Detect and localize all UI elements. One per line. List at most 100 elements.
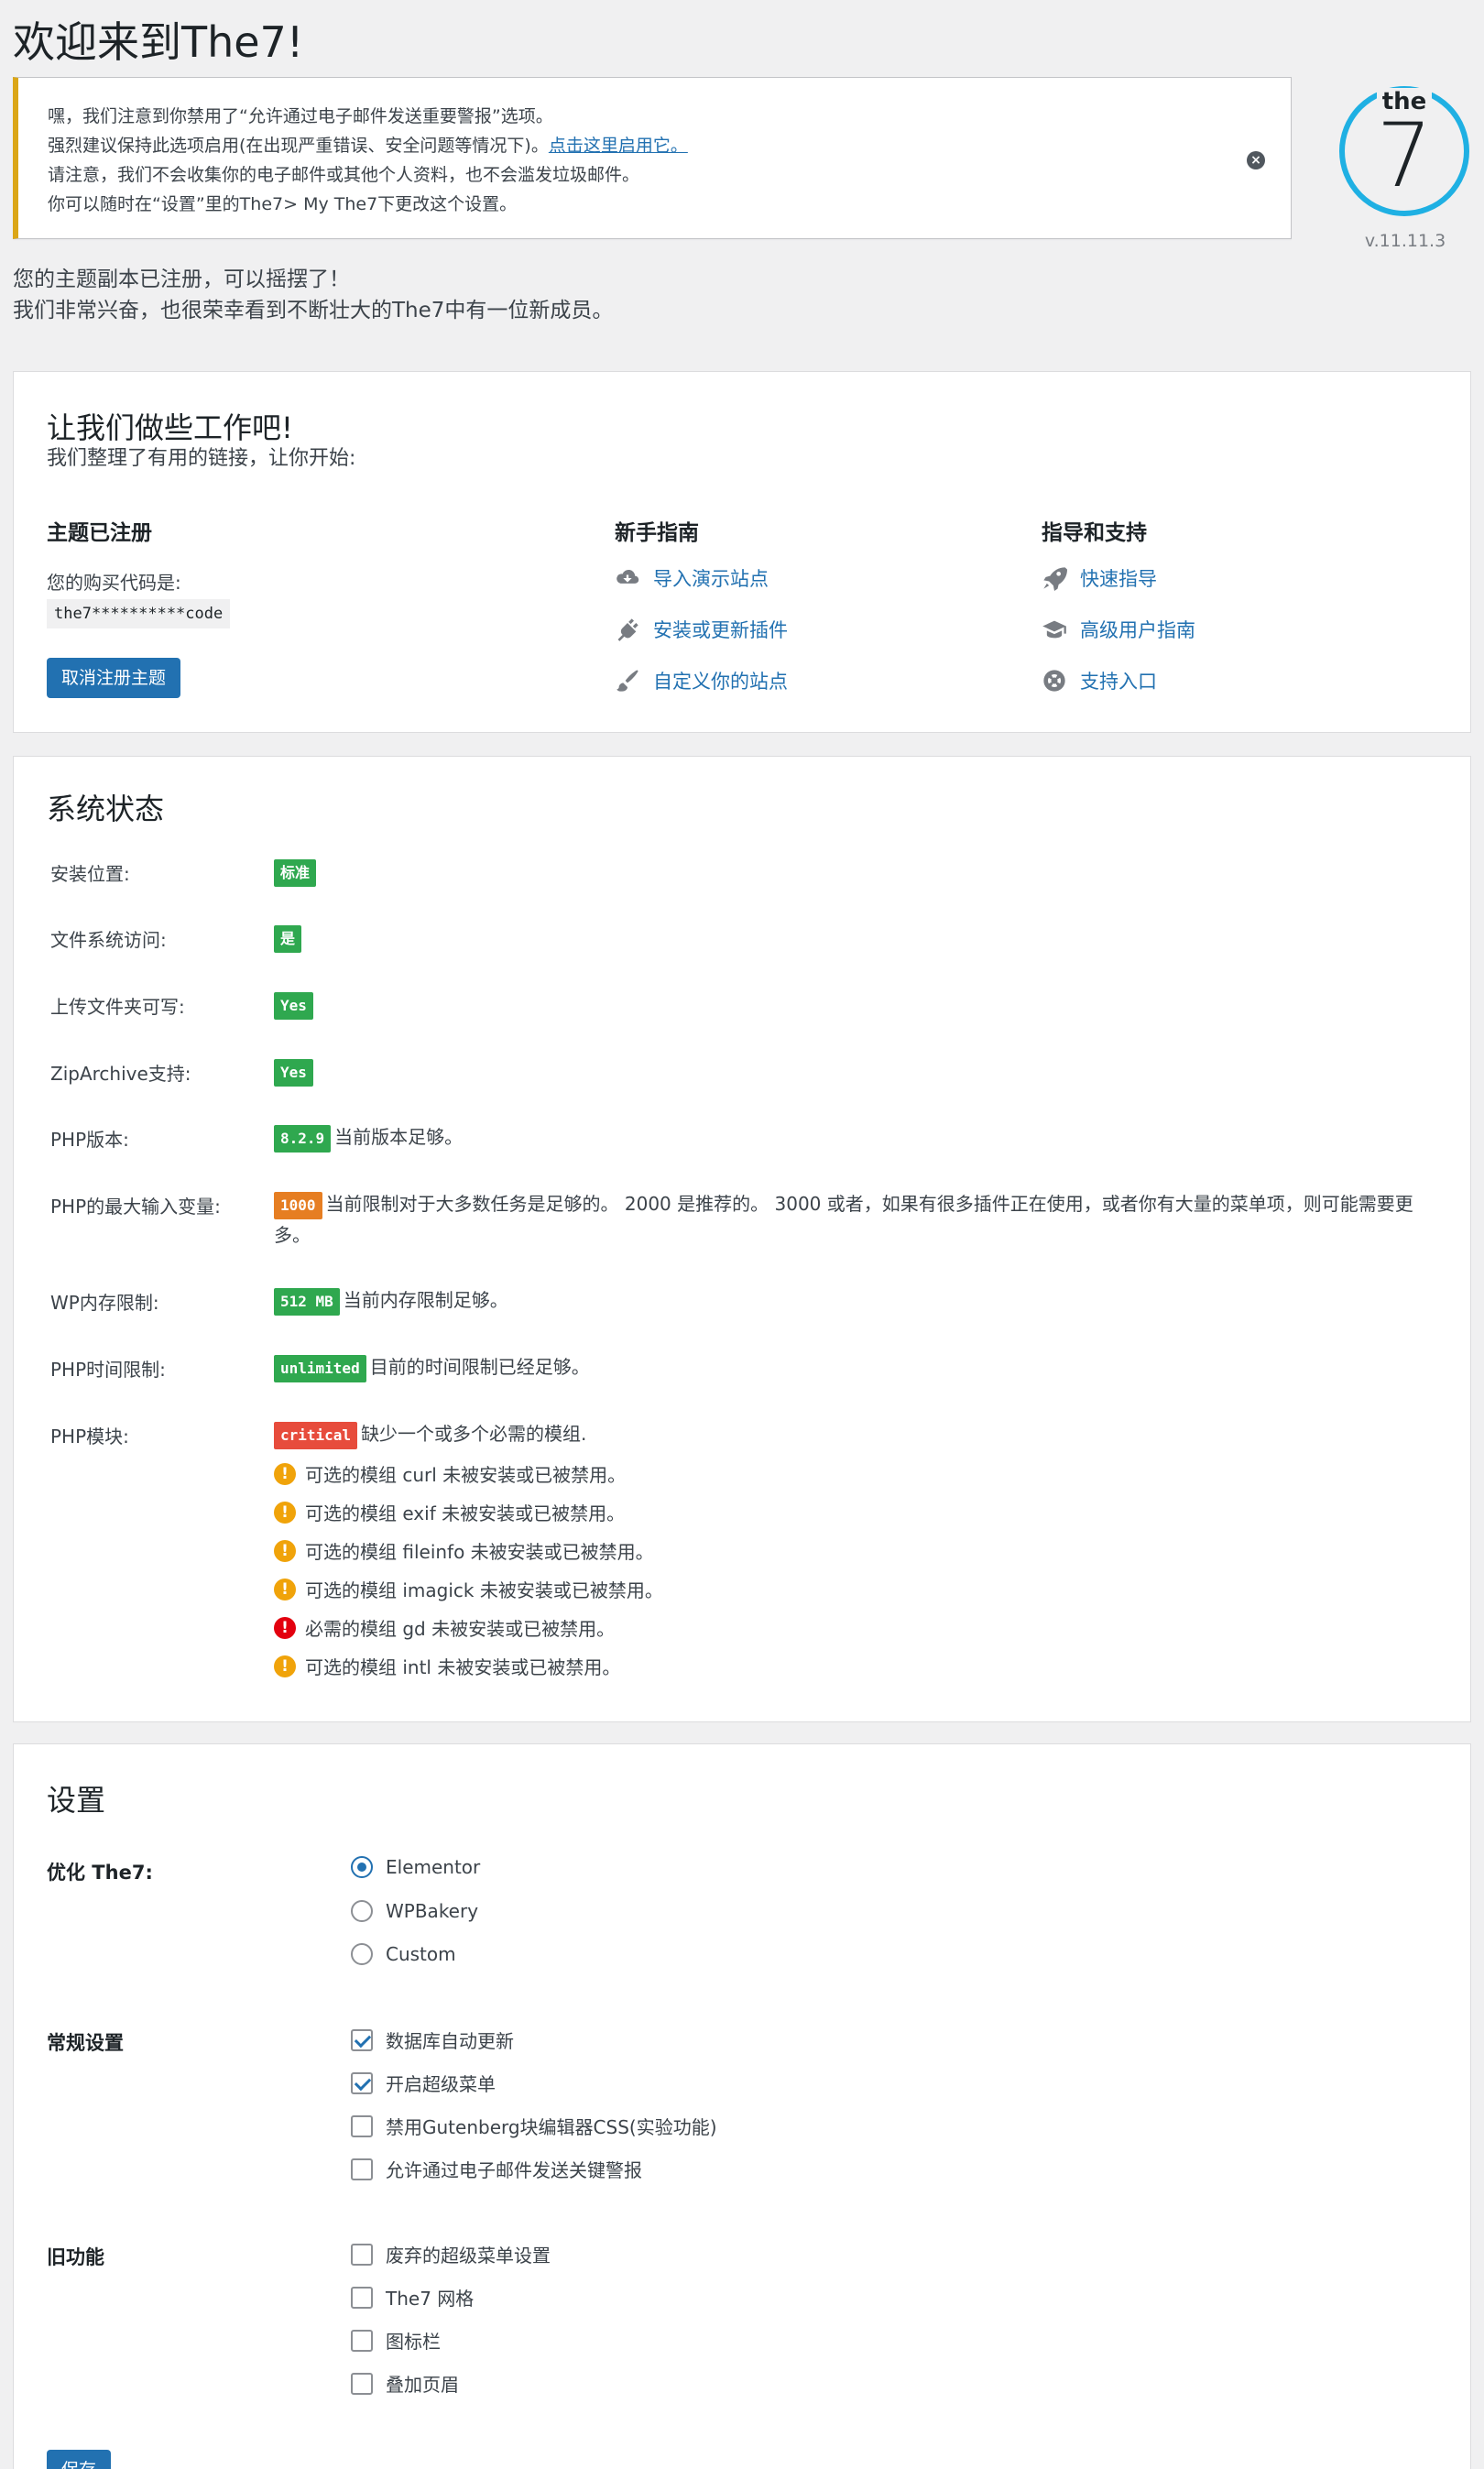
error-icon: !	[274, 1616, 296, 1639]
status-value-max-input-vars: 1000 当前限制对于大多数任务是足够的。 2000 是推荐的。 3000 或者，…	[274, 1188, 1446, 1251]
support-portal-link[interactable]: 支持入口	[1042, 667, 1157, 694]
notice-line-2-text: 强烈建议保持此选项启用(在出现严重错误、安全问题等情况下)。	[48, 136, 549, 156]
checkbox[interactable]	[351, 2286, 373, 2309]
welcome-subtitle: 我们整理了有用的链接，让你开始:	[47, 447, 356, 470]
status-label-filesystem: 文件系统访问:	[50, 929, 167, 951]
page-title: 欢迎来到The7!	[13, 17, 304, 67]
support-title: 指导和支持	[1042, 521, 1147, 545]
install-plugins-label: 安装或更新插件	[653, 619, 788, 641]
module-text: 可选的模组 curl 未被安装或已被禁用。	[305, 1464, 627, 1486]
purchase-code: the7**********code	[47, 599, 231, 628]
email-alert-notice: 嘿，我们注意到你禁用了“允许通过电子邮件发送重要警报”选项。 强烈建议保持此选项…	[13, 77, 1292, 239]
status-value-install-location: 标准	[274, 856, 1446, 887]
status-text: 当前限制对于大多数任务是足够的。 2000 是推荐的。 3000 或者，如果有很…	[274, 1193, 1413, 1246]
checkbox-db-auto-update[interactable]: 数据库自动更新	[351, 2027, 514, 2053]
module-text: 可选的模组 imagick 未被安装或已被禁用。	[305, 1579, 663, 1601]
lifebuoy-icon	[1043, 670, 1065, 692]
customize-site-label: 自定义你的站点	[653, 671, 788, 693]
checkbox[interactable]	[351, 2114, 373, 2137]
status-label-uploads-writable: 上传文件夹可写:	[50, 996, 185, 1018]
advanced-guide-label: 高级用户指南	[1080, 619, 1195, 641]
checkbox-overlay-header[interactable]: 叠加页眉	[351, 2370, 459, 2397]
checkbox[interactable]	[351, 2158, 373, 2180]
enable-alerts-link[interactable]: 点击这里启用它。	[549, 136, 688, 156]
status-text: 目前的时间限制已经足够。	[369, 1356, 590, 1378]
checkbox[interactable]	[351, 2071, 373, 2094]
checkbox-label: 开启超级菜单	[386, 2073, 496, 2095]
status-value-time-limit: unlimited 目前的时间限制已经足够。	[274, 1351, 1446, 1382]
optimize-label: 优化 The7:	[47, 1862, 153, 1884]
checkbox-email-alerts[interactable]: 允许通过电子邮件发送关键警报	[351, 2156, 642, 2182]
status-label-php-version: PHP版本:	[50, 1129, 129, 1151]
warning-icon: !	[274, 1655, 296, 1677]
intro-text: 您的主题副本已注册，可以摇摆了！ 我们非常兴奋，也很荣幸看到不断壮大的The7中…	[13, 264, 613, 326]
radio-button[interactable]	[351, 1856, 373, 1878]
module-item-imagick: ! 可选的模组 imagick 未被安装或已被禁用。	[274, 1576, 663, 1602]
notice-line-1: 嘿，我们注意到你禁用了“允许通过电子邮件发送重要警报”选项。	[48, 106, 553, 126]
warning-icon: !	[274, 1501, 296, 1524]
cloud-download-icon	[617, 569, 639, 584]
radio-button[interactable]	[351, 1900, 373, 1922]
theme-version: v.11.11.3	[1364, 231, 1446, 251]
system-status-title: 系统状态	[47, 792, 165, 826]
radio-button[interactable]	[351, 1943, 373, 1965]
module-item-exif: ! 可选的模组 exif 未被安装或已被禁用。	[274, 1499, 625, 1525]
quick-guide-link[interactable]: 快速指导	[1042, 564, 1157, 592]
save-button[interactable]: 保存	[47, 2450, 112, 2469]
checkbox[interactable]	[351, 2329, 373, 2352]
status-text: 当前内存限制足够。	[343, 1289, 508, 1311]
status-badge: 8.2.9	[274, 1124, 332, 1153]
radio-elementor[interactable]: Elementor	[351, 1856, 480, 1878]
radio-label: Elementor	[386, 1856, 481, 1878]
status-value-ziparchive: Yes	[274, 1055, 1446, 1087]
legacy-features-label: 旧功能	[47, 2246, 104, 2268]
status-badge: unlimited	[274, 1354, 366, 1382]
deregister-theme-button[interactable]: 取消注册主题	[47, 658, 181, 698]
radio-custom[interactable]: Custom	[351, 1943, 456, 1965]
quick-guide-label: 快速指导	[1080, 568, 1157, 590]
checkbox-icon-bar[interactable]: 图标栏	[351, 2327, 441, 2354]
general-settings-label: 常规设置	[47, 2032, 124, 2054]
checkbox-label: 数据库自动更新	[386, 2030, 514, 2052]
status-badge: Yes	[274, 991, 313, 1020]
dismiss-notice-icon[interactable]: ×	[1247, 151, 1265, 169]
status-value-memory-limit: 512 MB 当前内存限制足够。	[274, 1284, 1446, 1316]
checkbox[interactable]	[351, 2372, 373, 2395]
status-text: 缺少一个或多个必需的模组.	[361, 1423, 587, 1445]
graduation-cap-icon	[1042, 620, 1066, 639]
import-demo-label: 导入演示站点	[653, 568, 769, 590]
status-badge: 标准	[274, 858, 317, 887]
status-badge: Yes	[274, 1058, 313, 1087]
checkbox-mega-menu[interactable]: 开启超级菜单	[351, 2070, 496, 2096]
checkbox-label: 废弃的超级菜单设置	[386, 2245, 551, 2267]
support-portal-label: 支持入口	[1080, 671, 1157, 693]
status-value-php-modules: critical 缺少一个或多个必需的模组.	[274, 1418, 1446, 1449]
checkbox-label: 禁用Gutenberg块编辑器CSS(实验功能)	[386, 2116, 717, 2138]
status-label-max-input-vars: PHP的最大输入变量:	[50, 1196, 221, 1218]
checkbox[interactable]	[351, 2243, 373, 2266]
checkbox-the7-grid[interactable]: The7 网格	[351, 2284, 474, 2311]
import-demo-link[interactable]: 导入演示站点	[615, 564, 769, 592]
status-label-time-limit: PHP时间限制:	[50, 1359, 166, 1381]
checkbox[interactable]	[351, 2028, 373, 2051]
customize-site-link[interactable]: 自定义你的站点	[615, 667, 788, 694]
module-text: 可选的模组 intl 未被安装或已被禁用。	[305, 1656, 621, 1678]
getting-started-card: 让我们做些工作吧! 我们整理了有用的链接，让你开始: 主题已注册 您的购买代码是…	[13, 371, 1471, 733]
registered-title: 主题已注册	[47, 521, 152, 545]
module-item-fileinfo: ! 可选的模组 fileinfo 未被安装或已被禁用。	[274, 1537, 654, 1564]
logo-number: 7	[1376, 104, 1433, 207]
advanced-guide-link[interactable]: 高级用户指南	[1042, 616, 1195, 643]
paintbrush-icon	[617, 670, 638, 692]
intro-line-2: 我们非常兴奋，也很荣幸看到不断壮大的The7中有一位新成员。	[13, 299, 614, 322]
checkbox-disable-gutenberg-css[interactable]: 禁用Gutenberg块编辑器CSS(实验功能)	[351, 2113, 717, 2139]
notice-line-3: 请注意，我们不会收集你的电子邮件或其他个人资料，也不会滥发垃圾邮件。	[48, 165, 640, 185]
status-label-memory-limit: WP内存限制:	[50, 1292, 159, 1314]
install-plugins-link[interactable]: 安装或更新插件	[615, 616, 788, 643]
checkbox-label: 叠加页眉	[386, 2374, 459, 2396]
radio-wpbakery[interactable]: WPBakery	[351, 1900, 478, 1922]
warning-icon: !	[274, 1539, 296, 1562]
status-text: 当前版本足够。	[334, 1126, 464, 1148]
status-badge: critical	[274, 1421, 358, 1449]
status-value-uploads-writable: Yes	[274, 989, 1446, 1020]
checkbox-legacy-mega-menu[interactable]: 废弃的超级菜单设置	[351, 2241, 551, 2267]
